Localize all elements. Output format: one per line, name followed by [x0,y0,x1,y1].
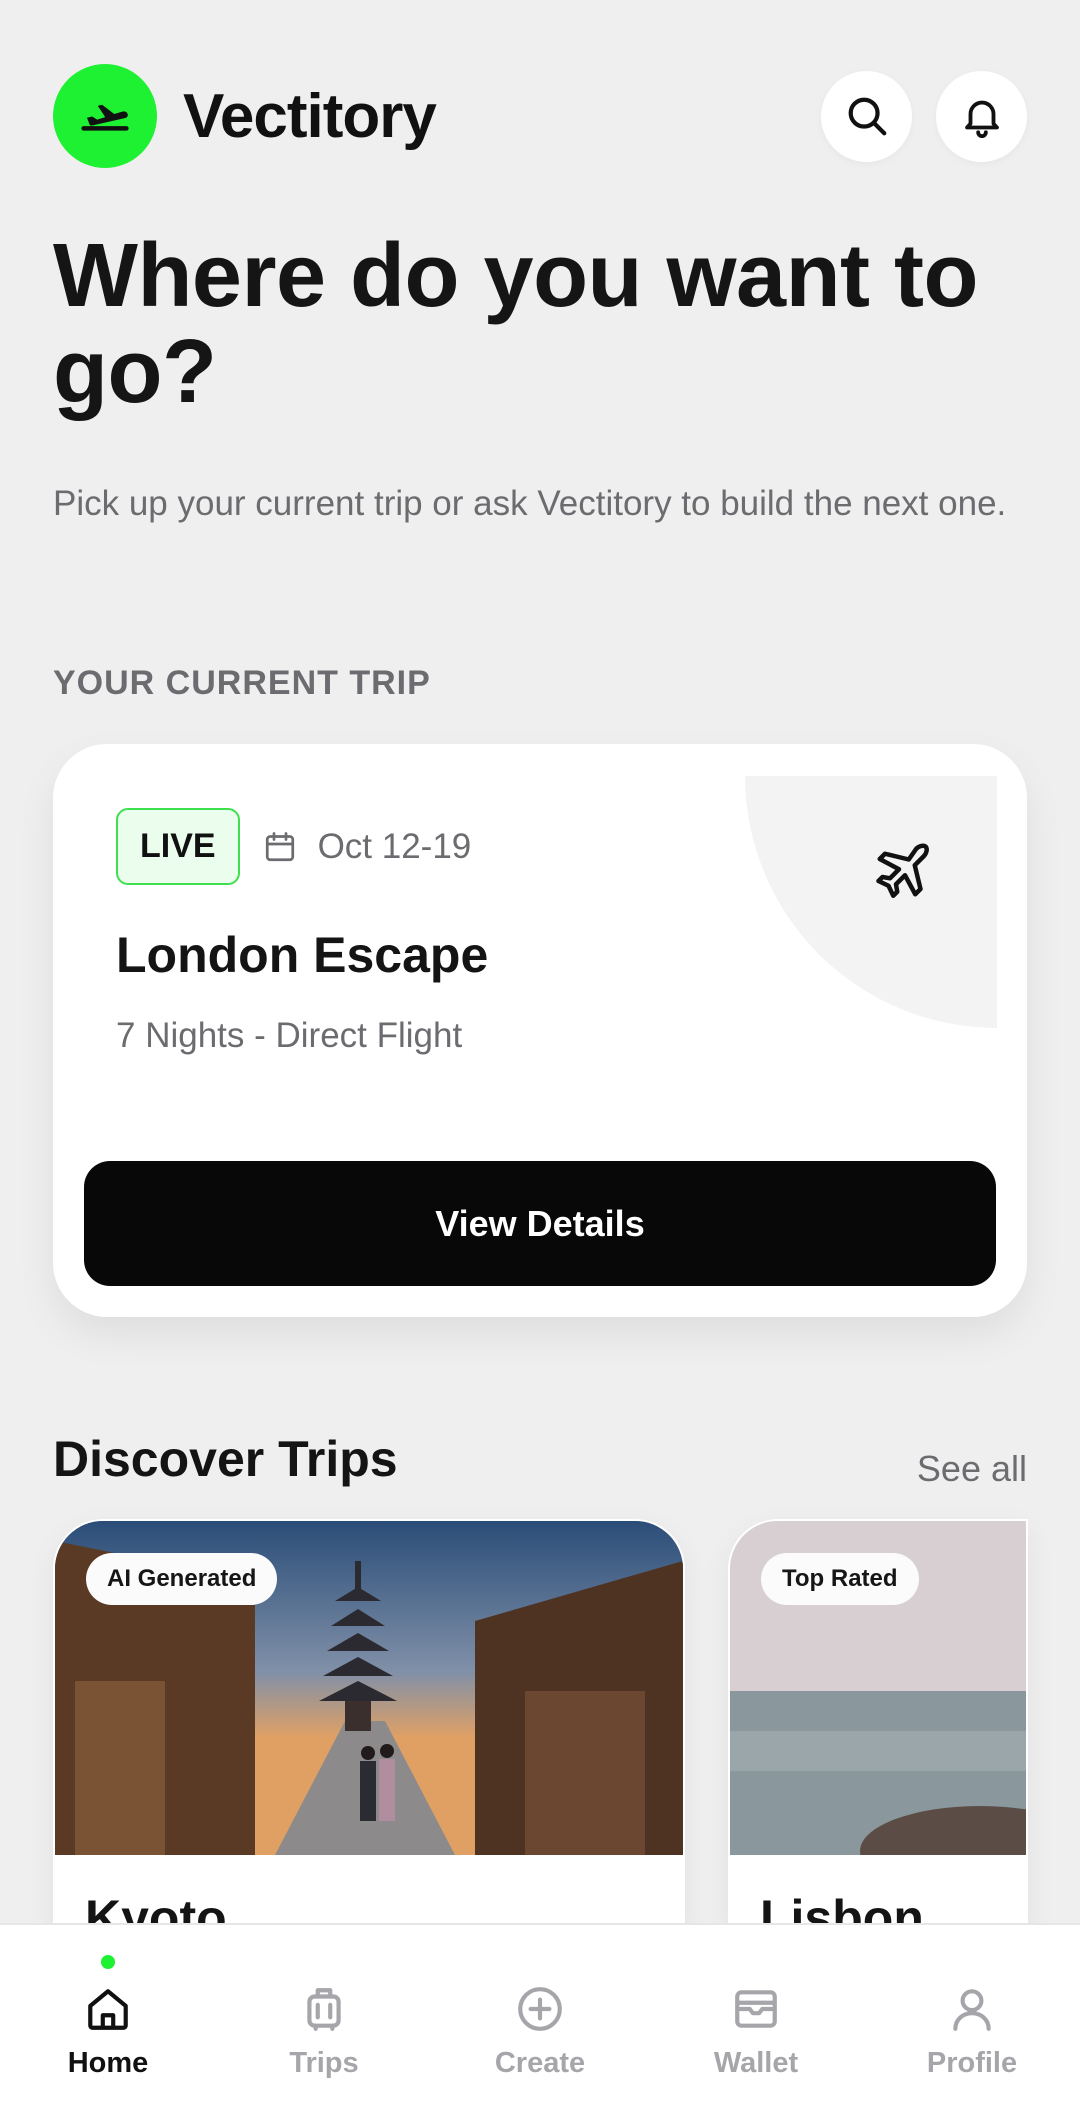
airplane-icon [876,843,929,898]
app-name: Vectitory [183,81,437,151]
search-button[interactable] [821,70,912,162]
nav-home[interactable]: Home [0,1925,216,2115]
header-actions [821,70,1027,162]
discover-title: Discover Trips [53,1431,398,1487]
current-trip-section-label: YOUR CURRENT TRIP [53,664,431,702]
nav-label: Create [494,2047,586,2079]
luggage-icon [299,1981,349,2037]
wallet-icon [731,1981,781,2037]
status-badge: LIVE [116,808,240,885]
bottom-navigation: Home Trips Create Wallet Profile [0,1923,1080,2115]
plane-departure-icon [81,104,129,131]
nav-profile[interactable]: Profile [864,1925,1080,2115]
calendar-icon [262,829,298,865]
nav-label: Wallet [713,2047,799,2079]
app-logo[interactable] [53,64,157,168]
see-all-link[interactable]: See all [917,1448,1027,1490]
trip-title: London Escape [116,927,489,983]
card-decoration [745,776,997,1028]
bell-icon [964,100,999,139]
nav-wallet[interactable]: Wallet [648,1925,864,2115]
notifications-button[interactable] [936,70,1027,162]
view-details-button[interactable]: View Details [84,1161,996,1286]
card-badge: AI Generated [86,1553,278,1605]
profile-icon [947,1981,997,2037]
nav-create[interactable]: Create [432,1925,648,2115]
trip-card-lisbon[interactable]: Top Rated Lisbon [728,1519,1028,1939]
trip-dates: Oct 12-19 [317,826,472,866]
app-header: Vectitory [53,64,1027,168]
card-badge: Top Rated [761,1553,919,1605]
trip-card-kyoto[interactable]: AI Generated Kyoto [53,1519,685,1939]
nav-label: Trips [289,2047,359,2079]
page-title: Where do you want to go? [53,226,978,422]
active-indicator [101,1955,115,1969]
current-trip-card[interactable]: LIVE Oct 12-19 London Escape 7 Nights - … [53,744,1027,1317]
search-icon [848,97,886,136]
plus-circle-icon [515,1981,565,2037]
home-icon [83,1981,133,2037]
page-subtitle: Pick up your current trip or ask Vectito… [53,484,1007,523]
nav-label: Home [67,2047,149,2079]
trip-meta: LIVE Oct 12-19 [116,808,471,885]
nav-label: Profile [926,2047,1018,2079]
trip-details: 7 Nights - Direct Flight [116,1016,463,1055]
nav-trips[interactable]: Trips [216,1925,432,2115]
